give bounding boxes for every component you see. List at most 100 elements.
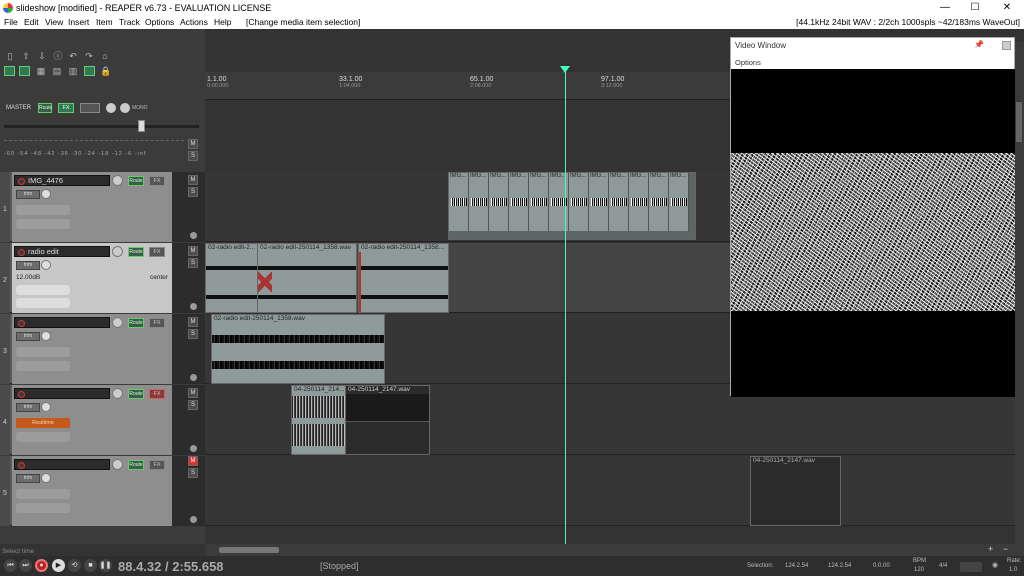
phase-icon[interactable] <box>190 303 197 310</box>
fx-button[interactable]: FX <box>149 318 165 328</box>
record-input-field[interactable]: Realtime <box>16 418 70 428</box>
zoom-out-icon[interactable]: − <box>1003 544 1008 554</box>
image-item[interactable]: IMG... <box>589 173 609 231</box>
master-route-button[interactable]: Route <box>38 103 52 113</box>
master-fader-handle[interactable] <box>138 120 145 132</box>
phase-icon[interactable] <box>190 374 197 381</box>
crossfade-marker[interactable] <box>258 252 272 312</box>
track-name-field[interactable] <box>14 317 110 328</box>
volume-knob[interactable] <box>112 388 123 399</box>
track-5[interactable]: 5 Route FX trim M S <box>0 456 205 526</box>
audio-item[interactable]: 02-radio edit-250114_1358.wav <box>257 243 357 313</box>
new-project-icon[interactable]: ▯ <box>5 51 15 61</box>
maximize-button[interactable]: ☐ <box>960 0 990 16</box>
menu-view[interactable]: View <box>45 17 63 27</box>
audio-item[interactable]: 04-250114_2147.wav <box>345 385 430 455</box>
zoom-in-icon[interactable]: + <box>988 544 993 554</box>
image-item[interactable]: IMG... <box>569 173 589 231</box>
pan-knob[interactable] <box>41 331 51 341</box>
image-item[interactable]: IMG... <box>509 173 529 231</box>
open-project-icon[interactable]: ⇧ <box>21 51 31 61</box>
vertical-scrollbar[interactable] <box>1015 42 1024 544</box>
record-arm-icon[interactable] <box>18 462 25 469</box>
pan-knob[interactable] <box>41 189 51 199</box>
image-item[interactable]: IMG... <box>489 173 509 231</box>
menu-edit[interactable]: Edit <box>24 17 39 27</box>
track-3[interactable]: 3 Route FX trim M S <box>0 314 205 384</box>
master-mono-label[interactable]: MONO <box>132 105 148 111</box>
time-signature[interactable]: 4/4 <box>939 563 947 569</box>
menu-actions[interactable]: Actions <box>180 17 208 27</box>
image-item[interactable]: IMG... <box>449 173 469 231</box>
menu-help[interactable]: Help <box>214 17 231 27</box>
video-options-menu[interactable]: Options <box>735 58 761 67</box>
tempo-adjust-icon[interactable]: ◉ <box>992 561 998 569</box>
master-volume-knob[interactable] <box>106 103 116 113</box>
horizontal-scrollbar[interactable]: + − <box>205 544 1024 556</box>
time-display[interactable]: 88.4.32 / 2:55.658 <box>118 559 224 574</box>
auto-crossfade-icon[interactable] <box>19 66 30 76</box>
redo-icon[interactable]: ↷ <box>84 51 94 61</box>
track-1[interactable]: 1 IMG_4476 Route FX trim M S <box>0 172 205 242</box>
envelope-button[interactable]: trim <box>16 332 40 341</box>
menu-options[interactable]: Options <box>145 17 174 27</box>
minimize-button[interactable]: — <box>930 0 960 16</box>
save-project-icon[interactable]: ⇩ <box>37 51 47 61</box>
envelope-button[interactable]: trim <box>16 403 40 412</box>
image-item[interactable]: IMG... <box>649 173 669 231</box>
menu-insert[interactable]: Insert <box>68 17 89 27</box>
lock-icon[interactable]: 🔒 <box>100 66 111 76</box>
mute-button[interactable]: M <box>188 317 198 327</box>
ripple-edit-icon[interactable] <box>4 66 15 76</box>
phase-icon[interactable] <box>190 445 197 452</box>
undo-icon[interactable]: ↶ <box>68 51 78 61</box>
mute-button[interactable]: M <box>188 175 198 185</box>
volume-knob[interactable] <box>112 175 123 186</box>
metronome-icon[interactable]: ⌂ <box>100 51 110 61</box>
record-arm-icon[interactable] <box>18 391 25 398</box>
master-pan-knob[interactable] <box>120 103 130 113</box>
fx-button[interactable]: FX <box>149 460 165 470</box>
volume-knob[interactable] <box>112 459 123 470</box>
image-item[interactable]: IMG... <box>609 173 629 231</box>
video-window[interactable]: Video Window 📌 Options <box>730 37 1016 397</box>
grid-icon[interactable]: ▦ <box>36 66 46 76</box>
selection-end[interactable]: 124.2.54 <box>828 563 851 569</box>
mute-button[interactable]: M <box>188 246 198 256</box>
route-button[interactable]: Route <box>128 176 144 186</box>
envelope-icon[interactable]: ▥ <box>68 66 78 76</box>
pan-knob[interactable] <box>41 260 51 270</box>
loop-icon[interactable] <box>84 66 95 76</box>
master-fx-button[interactable]: FX <box>58 103 74 113</box>
route-button[interactable]: Route <box>128 247 144 257</box>
video-close-button[interactable] <box>1002 41 1011 50</box>
hscroll-thumb[interactable] <box>219 547 279 553</box>
solo-button[interactable]: S <box>188 329 198 339</box>
image-item[interactable]: IMG... <box>669 173 689 231</box>
track-name-field[interactable]: radio edit <box>14 246 110 257</box>
record-button[interactable]: ● <box>35 559 48 572</box>
audio-item[interactable]: 02-radio edit-2... <box>205 243 261 313</box>
volume-knob[interactable] <box>112 317 123 328</box>
repeat-icon[interactable]: ⟲ <box>68 559 81 572</box>
phase-icon[interactable] <box>190 516 197 523</box>
audio-item[interactable]: 02-radio edit-250114_1358... <box>358 243 449 313</box>
menu-file[interactable]: File <box>4 17 18 27</box>
sync-toggle[interactable] <box>960 562 982 572</box>
route-button[interactable]: Route <box>128 460 144 470</box>
bpm-value[interactable]: 120 <box>914 567 924 573</box>
play-button[interactable]: ▶ <box>52 559 65 572</box>
pause-button[interactable]: ❚❚ <box>99 559 112 572</box>
record-arm-icon[interactable] <box>18 320 25 327</box>
menu-track[interactable]: Track <box>119 17 140 27</box>
envelope-button[interactable]: trim <box>16 261 40 270</box>
fx-button[interactable]: FX <box>149 389 165 399</box>
volume-knob[interactable] <box>112 246 123 257</box>
go-to-start-icon[interactable]: ⏮ <box>4 559 17 572</box>
envelope-button[interactable]: trim <box>16 474 40 483</box>
selection-start[interactable]: 124.2.54 <box>785 563 808 569</box>
image-item[interactable]: IMG... <box>469 173 489 231</box>
master-mute-button[interactable]: M <box>188 139 198 149</box>
menu-item[interactable]: Item <box>96 17 113 27</box>
mute-button[interactable]: M <box>188 456 198 466</box>
